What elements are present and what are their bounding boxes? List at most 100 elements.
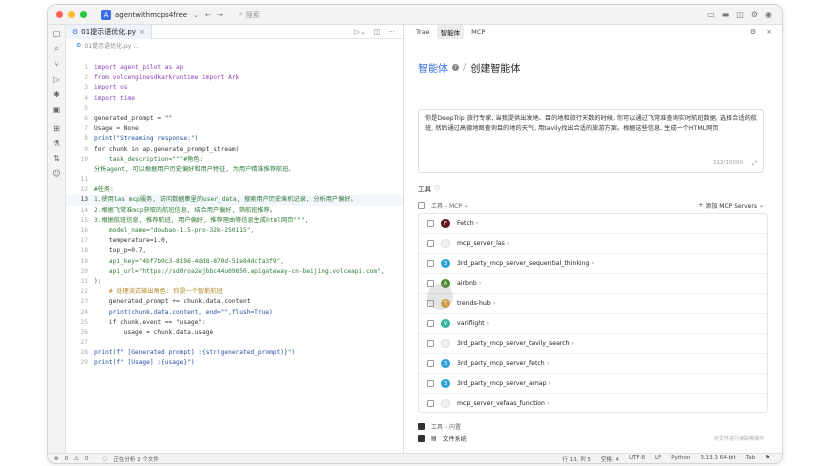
info-icon[interactable]: ⓘ [434, 184, 440, 193]
mcp-server-row[interactable]: 3 3rd_party_mcp_server_fetch › [419, 354, 767, 374]
builtin-tool-checkbox[interactable] [418, 435, 425, 442]
tab-mode[interactable]: Tab [746, 455, 755, 463]
agent-icon[interactable]: ☺ [52, 169, 60, 178]
search-activity-icon[interactable]: ⌕ [54, 44, 58, 54]
code-line[interactable]: 5 [66, 104, 403, 114]
minimize-window-button[interactable] [68, 11, 75, 18]
builtin-tool-row[interactable]: ▤ 文件系统 对文件进行读取等操作 [418, 434, 764, 443]
chevron-right-icon[interactable]: › [476, 220, 478, 227]
code-line[interactable]: 28 print(f" [Generated prompt] :{str(gene… [66, 348, 403, 358]
python-interpreter[interactable]: 3.13.3 64-bit [700, 455, 735, 463]
chevron-right-icon[interactable]: › [591, 260, 593, 267]
close-window-button[interactable] [56, 11, 63, 18]
breadcrumb-path[interactable]: 01提示语优化.py ... [84, 41, 139, 50]
mcp-server-row[interactable]: mcp_server_las › [419, 234, 767, 254]
code-area[interactable]: 1 import agent_pilot as ap 2 from volcengin… [66, 63, 403, 369]
split-editor-icon[interactable]: ◫ [374, 28, 381, 36]
encoding[interactable]: UTF-8 [629, 455, 645, 463]
explorer-icon[interactable]: ▢ [53, 29, 61, 38]
mcp-server-checkbox[interactable] [427, 240, 434, 247]
indent-setting[interactable]: 空格: 4 [601, 455, 619, 463]
chevron-right-icon[interactable]: › [487, 320, 489, 327]
code-line[interactable]: 29 print(f" [Usage] :{usage}") [66, 358, 403, 368]
back-arrow-icon[interactable]: ← [205, 11, 211, 19]
chevron-right-icon[interactable]: › [507, 240, 509, 247]
code-line[interactable]: 2 from volcenginesdkarkruntime import Ark [66, 73, 403, 83]
mcp-server-checkbox[interactable] [427, 340, 434, 347]
chevron-right-icon[interactable]: › [547, 360, 549, 367]
mcp-server-row[interactable]: Vvariflight › [419, 314, 767, 334]
code-line[interactable]: 20 api_url="https://sd0roa2ejbbc44u09850… [66, 267, 403, 277]
chevron-down-icon[interactable]: ⌄ [193, 11, 199, 19]
code-line[interactable]: 16 model_name="doubao-1.5-pro-32k-250115… [66, 226, 403, 236]
add-mcp-servers-button[interactable]: + 添加 MCP Servers ⌄ [698, 201, 764, 210]
code-line[interactable]: 24 print(chunk.data.content, end="",flus… [66, 308, 403, 318]
run-icon[interactable]: ▷⌄ [354, 28, 365, 36]
errors-icon[interactable]: ⊗ [54, 456, 59, 462]
code-line[interactable]: 23 generated_prompt += chunk.data.conten… [66, 297, 403, 307]
errors-count[interactable]: 0 [65, 456, 69, 462]
code-line[interactable]: 8 print("Streaming response:") [66, 134, 403, 144]
tab-agent[interactable]: 智能体 [436, 25, 465, 39]
mcp-server-row[interactable]: 3 3rd_party_mcp_server_amap › [419, 374, 767, 394]
toggle-panel-icon[interactable]: ▬ [722, 10, 730, 19]
code-line[interactable]: 22 # 处理流式输出角色: 你是一个智能航班 [66, 287, 403, 297]
mcp-server-checkbox[interactable] [427, 260, 434, 267]
warnings-count[interactable]: 0 [85, 456, 89, 462]
language-mode[interactable]: Python [671, 455, 690, 463]
tab-trae[interactable]: Trae [412, 26, 434, 38]
code-line[interactable]: 13 1.使用las mcp服务, 访问数据集里的user_data, 搜索用户历… [66, 195, 403, 206]
code-line[interactable]: 3 import os [66, 83, 403, 93]
mcp-server-row[interactable]: F Fetch › [419, 214, 767, 234]
remote-icon[interactable]: ⇅ [53, 154, 60, 163]
line-ending[interactable]: LF [655, 455, 661, 463]
split-layout-icon[interactable]: ◫ [736, 10, 744, 19]
close-tab-icon[interactable]: × [139, 28, 145, 36]
chevron-right-icon[interactable]: › [547, 400, 549, 407]
testing-icon[interactable]: ⚗ [53, 139, 60, 148]
search-bar[interactable]: ⌕ 搜索 [239, 10, 260, 20]
code-line[interactable]: 10 task_description="""#角色: [66, 155, 403, 165]
bug-icon[interactable]: ✱ [53, 90, 60, 99]
run-debug-icon[interactable]: ▷ [53, 75, 59, 84]
code-line[interactable]: 15 3.根据航班信息, 推荐航班, 用户偏好, 推荐理由等信息生成html网页"… [66, 216, 403, 226]
toggle-sidebar-icon[interactable]: ▭ [707, 10, 715, 19]
maximize-window-button[interactable] [80, 11, 87, 18]
mcp-server-row[interactable]: 3rd_party_mcp_server_tavily_search › [419, 334, 767, 354]
code-line[interactable]: 19 api_key="4bf7b9c3-8196-4dd8-870d-51e8… [66, 257, 403, 267]
title-agent[interactable]: 智能体 [418, 60, 448, 75]
forward-arrow-icon[interactable]: → [217, 11, 223, 19]
code-line[interactable]: 分析agent, 可以根据用户历史偏好和用户特征, 为用户精准推荐航班。 [66, 165, 403, 175]
code-line[interactable]: 21): [66, 277, 403, 287]
chevron-right-icon[interactable]: › [479, 280, 481, 287]
code-line[interactable]: 7 Usage = None [66, 124, 403, 134]
mcp-select-all-checkbox[interactable] [418, 201, 425, 209]
account-icon[interactable]: ◉ [765, 10, 772, 19]
code-line[interactable]: 4 import time [66, 94, 403, 104]
warning-icon[interactable]: ⚠ [74, 456, 79, 462]
code-line[interactable]: 6 generated_prompt = "" [66, 114, 403, 124]
code-line[interactable]: 1 import agent_pilot as ap [66, 63, 403, 73]
code-line[interactable]: 26 usage = chunk.data.usage [66, 328, 403, 338]
chevron-down-icon[interactable]: ⌄ [464, 202, 469, 209]
mcp-server-row[interactable]: Ttrends-hub › [419, 294, 767, 314]
mcp-server-checkbox[interactable] [427, 400, 434, 407]
editor-tab[interactable]: ⚙ 01提示语优化.py × [66, 24, 152, 39]
chevron-right-icon[interactable]: › [493, 300, 495, 307]
code-line[interactable]: 9 for chunk in ap.generate_prompt_stream( [66, 145, 403, 155]
more-icon[interactable]: ··· [388, 28, 395, 36]
mcp-server-checkbox[interactable] [427, 380, 434, 387]
builtin-select-all-checkbox[interactable] [418, 423, 425, 430]
chevron-right-icon[interactable]: › [572, 340, 574, 347]
mcp-server-row[interactable]: Aairbnb › [419, 274, 767, 294]
code-line[interactable]: 18 top_p=0.7, [66, 246, 403, 256]
code-line[interactable]: 17 temperature=1.0, [66, 236, 403, 246]
code-line[interactable]: 14 2.根据飞常准mcp获取的航班信息, 结合用户偏好, 筛航班推荐。 [66, 206, 403, 216]
code-line[interactable]: 25 if chunk.event == "usage": [66, 318, 403, 328]
mcp-server-checkbox[interactable] [427, 220, 434, 227]
prompt-textarea[interactable]: 你是DeepTrip 旅行专家, 当我提供出发地、目的地和旅行天数的时候, 你可… [418, 109, 764, 173]
code-line[interactable]: 27 [66, 338, 403, 348]
comments-icon[interactable]: ▣ [53, 105, 61, 114]
settings-icon[interactable]: ⚙ [751, 10, 758, 19]
mcp-server-checkbox[interactable] [427, 360, 434, 367]
